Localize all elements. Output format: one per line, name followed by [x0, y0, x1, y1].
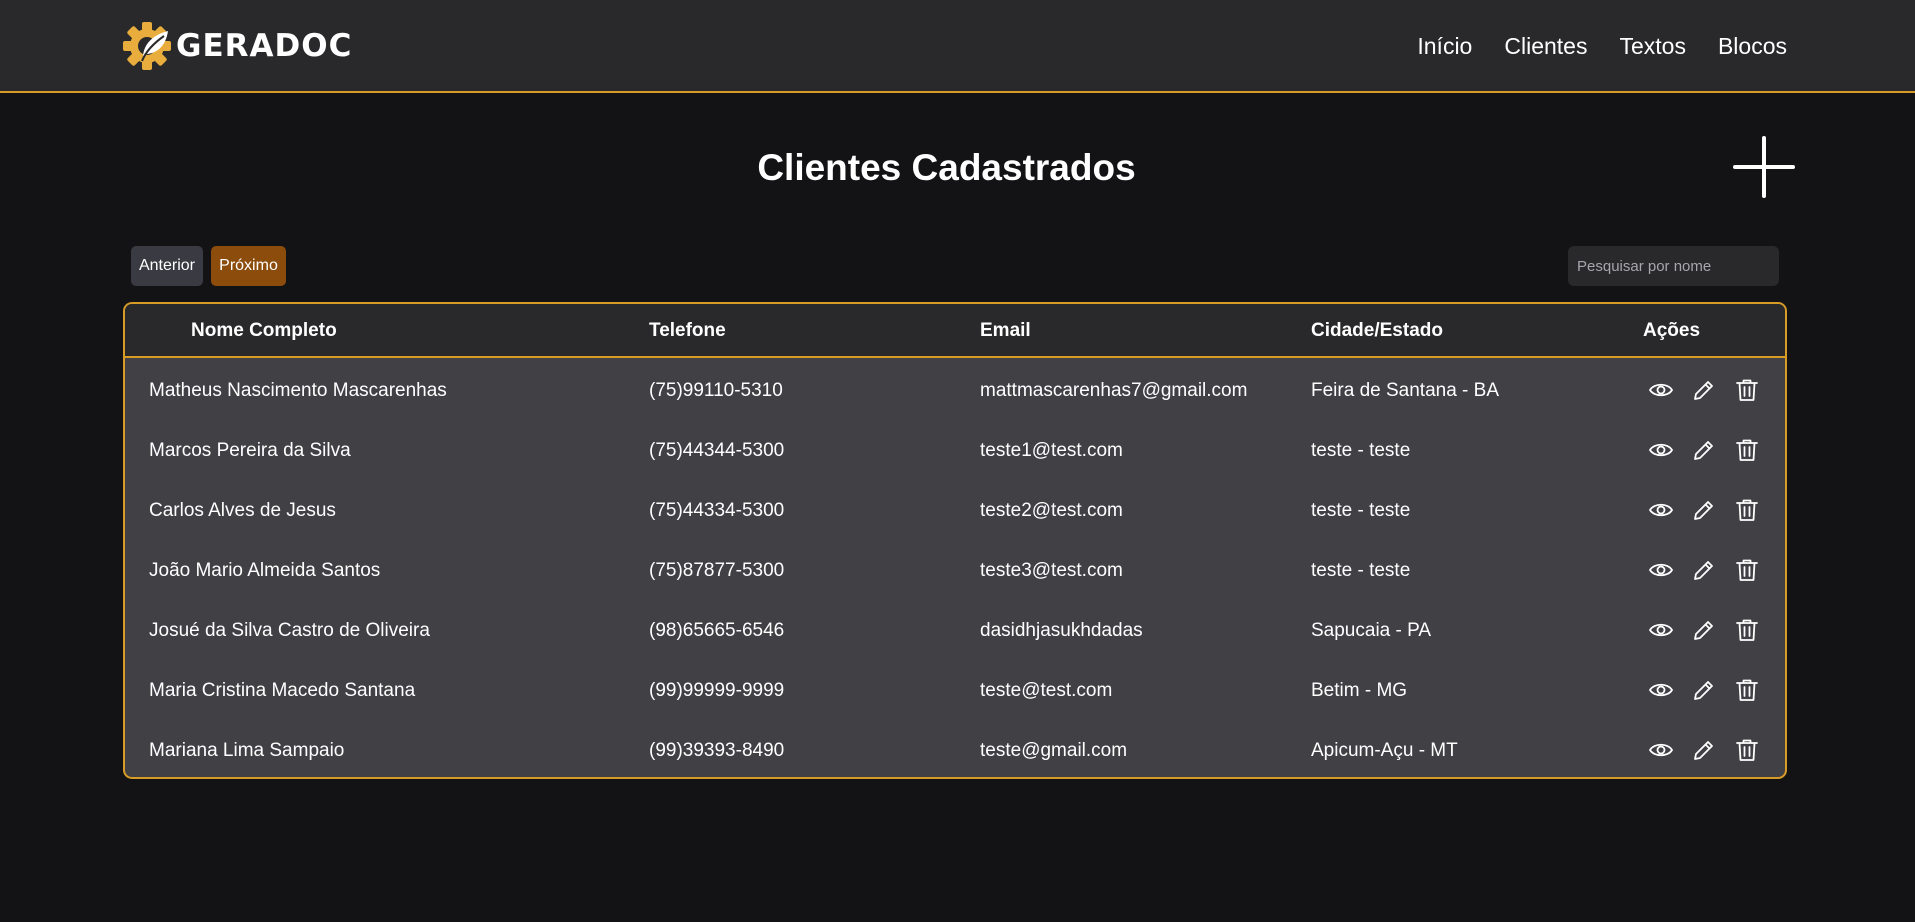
- cell-email: teste2@test.com: [980, 500, 1123, 521]
- brand-name: GERADOC: [176, 28, 353, 64]
- nav-link-textos[interactable]: Textos: [1619, 33, 1685, 60]
- cell-city-state: Sapucaia - PA: [1311, 620, 1432, 641]
- column-header-phone: Telefone: [649, 320, 726, 341]
- eye-icon[interactable]: [1648, 677, 1674, 703]
- trash-icon[interactable]: [1734, 737, 1760, 763]
- row-actions: [1648, 497, 1777, 523]
- row-actions: [1648, 737, 1777, 763]
- row-actions: [1648, 617, 1777, 643]
- pencil-icon[interactable]: [1691, 677, 1717, 703]
- cell-phone: (75)44334-5300: [649, 500, 785, 521]
- eye-icon[interactable]: [1648, 737, 1674, 763]
- eye-icon[interactable]: [1648, 377, 1674, 403]
- pencil-icon[interactable]: [1691, 497, 1717, 523]
- pencil-icon[interactable]: [1691, 557, 1717, 583]
- cell-email: dasidhjasukhdadas: [980, 620, 1143, 641]
- plus-icon: [1733, 136, 1795, 198]
- cell-phone: (98)65665-6546: [649, 620, 785, 641]
- cell-name: Carlos Alves de Jesus: [149, 500, 336, 521]
- cell-email: teste3@test.com: [980, 560, 1123, 581]
- brand-logo[interactable]: GERADOC: [122, 21, 352, 71]
- cell-phone: (75)44344-5300: [649, 440, 785, 461]
- nav-link-clientes[interactable]: Clientes: [1504, 33, 1587, 60]
- cell-city-state: Apicum-Açu - MT: [1311, 740, 1458, 761]
- pencil-icon[interactable]: [1691, 617, 1717, 643]
- trash-icon[interactable]: [1734, 557, 1760, 583]
- column-header-city-state: Cidade/Estado: [1311, 320, 1443, 341]
- pencil-icon[interactable]: [1691, 737, 1717, 763]
- column-header-email: Email: [980, 320, 1031, 341]
- trash-icon[interactable]: [1734, 617, 1760, 643]
- eye-icon[interactable]: [1648, 497, 1674, 523]
- search-by-name-input[interactable]: [1568, 246, 1779, 286]
- row-actions: [1648, 677, 1777, 703]
- table-row: Mariana Lima Sampaio (99)39393-8490 test…: [125, 720, 1785, 777]
- table-row: Carlos Alves de Jesus (75)44334-5300 tes…: [125, 480, 1785, 540]
- main-nav: Início Clientes Textos Blocos: [1417, 33, 1787, 60]
- table-row: Matheus Nascimento Mascarenhas (75)99110…: [125, 360, 1785, 420]
- cell-phone: (75)87877-5300: [649, 560, 785, 581]
- cell-email: teste@gmail.com: [980, 740, 1128, 761]
- eye-icon[interactable]: [1648, 557, 1674, 583]
- gear-leaf-logo-icon: [123, 22, 171, 70]
- next-page-button[interactable]: Próximo: [211, 246, 286, 286]
- column-header-name: Nome Completo: [191, 320, 337, 341]
- cell-city-state: Betim - MG: [1311, 680, 1408, 701]
- cell-city-state: Feira de Santana - BA: [1311, 380, 1499, 401]
- cell-email: mattmascarenhas7@gmail.com: [980, 380, 1248, 401]
- cell-name: Marcos Pereira da Silva: [149, 440, 351, 461]
- top-navbar: GERADOC Início Clientes Textos Blocos: [0, 0, 1915, 93]
- row-actions: [1648, 377, 1777, 403]
- cell-name: Josué da Silva Castro de Oliveira: [149, 620, 430, 641]
- cell-email: teste@test.com: [980, 680, 1113, 701]
- pencil-icon[interactable]: [1691, 437, 1717, 463]
- previous-page-button[interactable]: Anterior: [131, 246, 203, 286]
- cell-email: teste1@test.com: [980, 440, 1123, 461]
- row-actions: [1648, 437, 1777, 463]
- table-row: Marcos Pereira da Silva (75)44344-5300 t…: [125, 420, 1785, 480]
- cell-city-state: teste - teste: [1311, 500, 1411, 521]
- table-row: Maria Cristina Macedo Santana (99)99999-…: [125, 660, 1785, 720]
- cell-city-state: teste - teste: [1311, 440, 1411, 461]
- row-actions: [1648, 557, 1777, 583]
- page-title: Clientes Cadastrados: [757, 147, 1136, 188]
- table-row: João Mario Almeida Santos (75)87877-5300…: [125, 540, 1785, 600]
- cell-phone: (75)99110-5310: [649, 380, 783, 401]
- eye-icon[interactable]: [1648, 617, 1674, 643]
- table-row: Josué da Silva Castro de Oliveira (98)65…: [125, 600, 1785, 660]
- cell-name: Mariana Lima Sampaio: [149, 740, 345, 761]
- nav-link-inicio[interactable]: Início: [1417, 33, 1472, 60]
- cell-name: João Mario Almeida Santos: [149, 560, 381, 581]
- clients-table: Nome Completo Telefone Email Cidade/Esta…: [123, 302, 1787, 779]
- cell-name: Maria Cristina Macedo Santana: [149, 680, 416, 701]
- table-header: Nome Completo Telefone Email Cidade/Esta…: [125, 304, 1785, 358]
- trash-icon[interactable]: [1734, 437, 1760, 463]
- cell-city-state: teste - teste: [1311, 560, 1411, 581]
- column-header-actions: Ações: [1643, 320, 1701, 341]
- nav-link-blocos[interactable]: Blocos: [1718, 33, 1787, 60]
- trash-icon[interactable]: [1734, 377, 1760, 403]
- cell-phone: (99)99999-9999: [649, 680, 785, 701]
- cell-name: Matheus Nascimento Mascarenhas: [149, 380, 447, 401]
- pencil-icon[interactable]: [1691, 377, 1717, 403]
- cell-phone: (99)39393-8490: [649, 740, 785, 761]
- trash-icon[interactable]: [1734, 677, 1760, 703]
- trash-icon[interactable]: [1734, 497, 1760, 523]
- add-client-button[interactable]: [1733, 136, 1795, 198]
- eye-icon[interactable]: [1648, 437, 1674, 463]
